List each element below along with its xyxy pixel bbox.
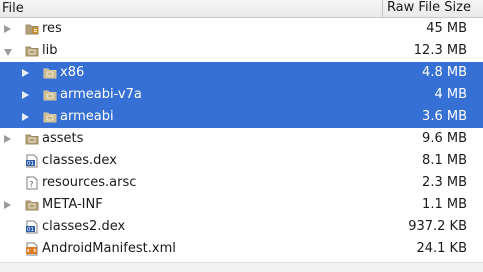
tree-row-name: lib (42, 43, 58, 58)
tree-row-name: armeabi-v7a (60, 87, 142, 102)
column-header: File Raw File Size (0, 0, 483, 18)
tree-row[interactable]: AndroidManifest.xml 24.1 KB (0, 238, 483, 260)
tree-row-name: assets (42, 131, 84, 146)
raw-file-size-column-header[interactable]: Raw File Size (382, 0, 483, 17)
folder-icon (25, 44, 39, 58)
folder-icon (43, 66, 57, 80)
svg-text:01: 01 (27, 227, 34, 233)
tree-row[interactable]: armeabi-v7a 4 MB (0, 84, 483, 106)
collapse-arrow-icon[interactable] (22, 91, 29, 99)
dex-file-icon: 01 (25, 220, 39, 234)
tree-row-name: res (42, 21, 62, 36)
tree-row[interactable]: res 45 MB (0, 18, 483, 40)
folder-icon (43, 110, 57, 124)
tree-row[interactable]: lib 12.3 MB (0, 40, 483, 62)
tree-row-size: 937.2 KB (408, 219, 467, 234)
tree-row-name: armeabi (60, 109, 114, 124)
collapse-arrow-icon[interactable] (4, 25, 11, 33)
tree-row-size: 2.3 MB (422, 175, 467, 190)
tree-row-size: 24.1 KB (416, 241, 467, 256)
tree-row-name: classes2.dex (42, 219, 126, 234)
tree-row-size: 4.8 MB (422, 65, 467, 80)
tree-row[interactable]: ? resources.arsc 2.3 MB (0, 172, 483, 194)
tree-row-name: classes.dex (42, 153, 117, 168)
horizontal-scrollbar[interactable] (0, 262, 483, 272)
tree-row-size: 9.6 MB (422, 131, 467, 146)
tree-row-size: 45 MB (426, 21, 467, 36)
expand-arrow-icon[interactable] (4, 49, 12, 56)
apk-analyzer-tree: File Raw File Size res 45 MB lib 12.3 MB x86… (0, 0, 483, 272)
tree-row-name: resources.arsc (42, 175, 137, 190)
collapse-arrow-icon[interactable] (22, 69, 29, 77)
dex-file-icon: 01 (25, 154, 39, 168)
tree-row[interactable]: assets 9.6 MB (0, 128, 483, 150)
tree-row[interactable]: armeabi 3.6 MB (0, 106, 483, 128)
tree-row-size: 1.1 MB (422, 197, 467, 212)
tree-row[interactable]: 01 classes.dex 8.1 MB (0, 150, 483, 172)
collapse-arrow-icon[interactable] (4, 135, 11, 143)
svg-text:01: 01 (27, 161, 34, 167)
tree-row[interactable]: META-INF 1.1 MB (0, 194, 483, 216)
xml-file-icon (25, 242, 39, 256)
svg-text:?: ? (29, 180, 33, 189)
folder-icon (25, 132, 39, 146)
tree-row-size: 4 MB (434, 87, 467, 102)
tree-row-name: AndroidManifest.xml (42, 241, 176, 256)
tree-row-size: 8.1 MB (422, 153, 467, 168)
folder-icon (43, 88, 57, 102)
tree-row-size: 3.6 MB (422, 109, 467, 124)
tree-row-size: 12.3 MB (413, 43, 467, 58)
tree-row[interactable]: 01 classes2.dex 937.2 KB (0, 216, 483, 238)
file-column-header[interactable]: File (2, 1, 24, 17)
collapse-arrow-icon[interactable] (4, 201, 11, 209)
resource-folder-icon (25, 22, 39, 36)
tree-row-name: x86 (60, 65, 85, 80)
tree-row[interactable]: x86 4.8 MB (0, 62, 483, 84)
unknown-file-icon: ? (25, 176, 39, 190)
file-tree-rows: res 45 MB lib 12.3 MB x86 4.8 MB armeabi-v7a 4 … (0, 18, 483, 260)
tree-row-name: META-INF (42, 197, 103, 212)
collapse-arrow-icon[interactable] (22, 113, 29, 121)
folder-icon (25, 198, 39, 212)
